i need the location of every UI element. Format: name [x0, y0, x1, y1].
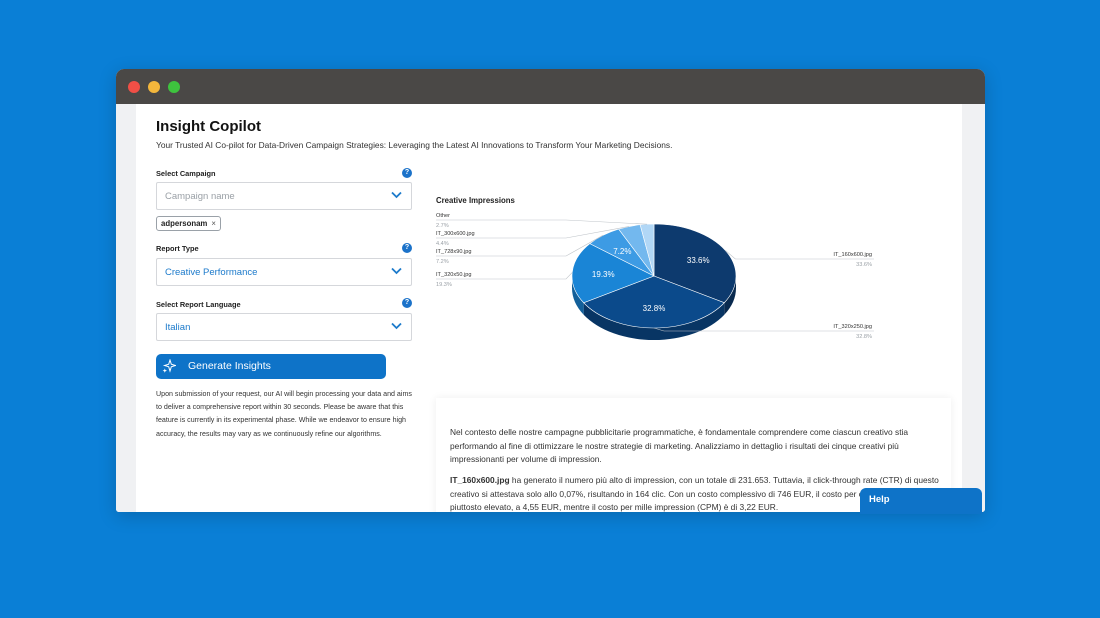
help-button[interactable]: Help [860, 488, 982, 514]
campaign-tag-label: adpersonam [161, 219, 208, 228]
legend-pct-other: 2.7% [436, 223, 449, 229]
close-window-button[interactable] [128, 81, 140, 93]
leader-line-other [436, 219, 648, 225]
report-language-label: Select Report Language [156, 300, 241, 309]
legend-pct-it-320x50-jpg: 19.3% [436, 282, 452, 288]
legend-name-it-300x600-jpg: IT_300x600.jpg [436, 231, 475, 237]
legend-name-it-160x600-jpg: IT_160x600.jpg [833, 252, 872, 258]
campaign-tag: adpersonam × [156, 216, 221, 231]
window-titlebar [116, 69, 985, 104]
legend-pct-it-728x90-jpg: 7.2% [436, 259, 449, 265]
page-title: Insight Copilot [156, 118, 261, 135]
legend-name-other: Other [436, 213, 450, 219]
page-viewport[interactable]: Insight Copilot Your Trusted AI Co-pilot… [116, 104, 985, 512]
creative-impressions-chart: Creative Impressions 33.6% 32.8% 19.3% 7.2%… [436, 196, 874, 340]
remove-tag-icon[interactable]: × [211, 219, 216, 228]
pie-label-it-160x600-jpg: 33.6% [687, 256, 710, 265]
pie-label-it-320x50-jpg: 19.3% [592, 270, 615, 279]
legend-name-it-320x50-jpg: IT_320x50.jpg [436, 272, 471, 278]
maximize-window-button[interactable] [168, 81, 180, 93]
legend-pct-it-320x250-jpg: 32.8% [856, 334, 872, 340]
pie-label-it-728x90-jpg: 7.2% [613, 247, 631, 256]
page-subtitle: Your Trusted AI Co-pilot for Data-Driven… [156, 140, 673, 150]
chart-title: Creative Impressions [436, 196, 516, 205]
report-item-name: IT_160x600.jpg [450, 475, 510, 485]
help-button-label: Help [869, 494, 890, 505]
generate-insights-button[interactable]: Generate Insights [156, 354, 386, 379]
legend-name-it-320x250-jpg: IT_320x250.jpg [833, 324, 872, 330]
chevron-down-icon [391, 322, 402, 330]
campaign-help-icon[interactable]: ? [402, 168, 412, 178]
report-language-value: Italian [165, 322, 191, 333]
report-intro: Nel contesto delle nostre campagne pubbl… [450, 427, 909, 465]
legend-pct-it-300x600-jpg: 4.4% [436, 241, 449, 247]
report-type-help-icon[interactable]: ? [402, 243, 412, 253]
insight-copilot-page: Insight Copilot Your Trusted AI Co-pilot… [136, 104, 962, 512]
pie-label-it-320x250-jpg: 32.8% [643, 304, 666, 313]
processing-note: Upon submission of your request, our AI … [156, 390, 412, 438]
report-type-label: Report Type [156, 244, 199, 253]
report-type-select[interactable]: Creative Performance [156, 258, 412, 286]
legend-name-it-728x90-jpg: IT_728x90.jpg [436, 249, 471, 255]
campaign-name-input[interactable]: Campaign name [165, 191, 235, 202]
report-language-help-icon[interactable]: ? [402, 298, 412, 308]
campaign-select[interactable]: Campaign name [156, 182, 412, 210]
legend-pct-it-160x600-jpg: 33.6% [856, 262, 872, 268]
minimize-window-button[interactable] [148, 81, 160, 93]
chevron-down-icon [391, 191, 402, 199]
generate-insights-label: Generate Insights [188, 360, 271, 372]
browser-window: Insight Copilot Your Trusted AI Co-pilot… [116, 69, 985, 512]
sparkle-icon [162, 359, 176, 373]
chevron-down-icon [391, 267, 402, 275]
campaign-label: Select Campaign [156, 169, 216, 178]
report-type-value: Creative Performance [165, 267, 258, 278]
report-language-select[interactable]: Italian [156, 313, 412, 341]
